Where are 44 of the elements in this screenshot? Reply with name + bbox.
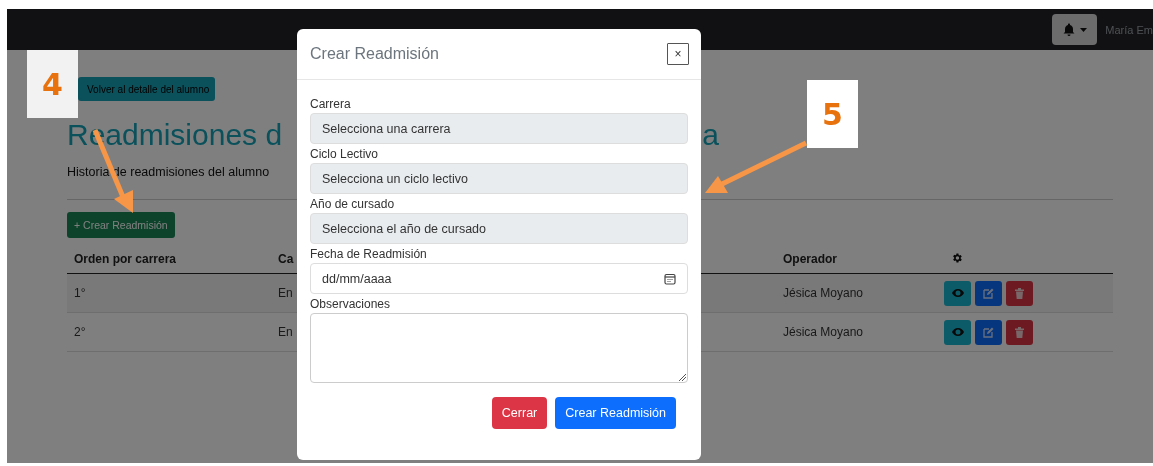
- select-field[interactable]: Selecciona el año de cursado: [310, 213, 688, 244]
- close-button[interactable]: ×: [667, 43, 689, 65]
- edit-button[interactable]: [975, 280, 1002, 306]
- column-header: Ca: [278, 252, 294, 266]
- field-label: Observaciones: [310, 296, 392, 313]
- caret-icon: [1079, 27, 1087, 32]
- field-label: Año de cursado: [310, 196, 396, 213]
- delete-button[interactable]: [1006, 280, 1033, 306]
- select-field[interactable]: Selecciona una carrera: [310, 113, 688, 144]
- close-dialog-button[interactable]: Cerrar: [491, 397, 548, 429]
- view-button[interactable]: [944, 280, 971, 306]
- field-label: Ciclo Lectivo: [310, 146, 380, 163]
- date-field[interactable]: dd/mm/aaaa: [310, 263, 688, 294]
- table-cell: En: [278, 286, 293, 300]
- table-cell-text: Jésica Moyano: [782, 325, 864, 339]
- trash-icon: [1015, 326, 1024, 338]
- notifications-button[interactable]: [1052, 14, 1098, 45]
- table-cell-text: Jésica Moyano: [782, 286, 864, 300]
- edit-icon: [983, 287, 994, 299]
- bell-icon: [1062, 23, 1075, 36]
- eye-icon: [951, 289, 964, 297]
- select-field[interactable]: Selecciona un ciclo lectivo: [310, 163, 688, 194]
- field-label: Carrera: [310, 96, 352, 113]
- modal-title: Crear Readmisión: [310, 45, 439, 63]
- step-callout: 4: [27, 50, 78, 118]
- column-header: Operador: [782, 252, 837, 266]
- field-label: Fecha de Readmisión: [310, 246, 428, 263]
- delete-button[interactable]: [1006, 319, 1033, 345]
- calendar-icon: [664, 272, 676, 285]
- table-cell-text: 1°: [73, 286, 86, 300]
- table-cell-text: 2°: [73, 325, 86, 339]
- eye-icon: [951, 328, 964, 336]
- edit-icon: [983, 326, 994, 338]
- page-title: a: [702, 118, 719, 152]
- view-button[interactable]: [944, 319, 971, 345]
- observations-field[interactable]: [310, 313, 688, 383]
- settings-icon: [951, 251, 963, 264]
- trash-icon: [1015, 287, 1024, 299]
- submit-button[interactable]: Crear Readmisión: [555, 397, 676, 429]
- step-callout: 5: [807, 80, 858, 148]
- column-header: Orden por carrera: [73, 252, 177, 266]
- edit-button[interactable]: [975, 319, 1002, 345]
- resize-grip-icon: [678, 373, 686, 381]
- table-cell: En: [278, 325, 293, 339]
